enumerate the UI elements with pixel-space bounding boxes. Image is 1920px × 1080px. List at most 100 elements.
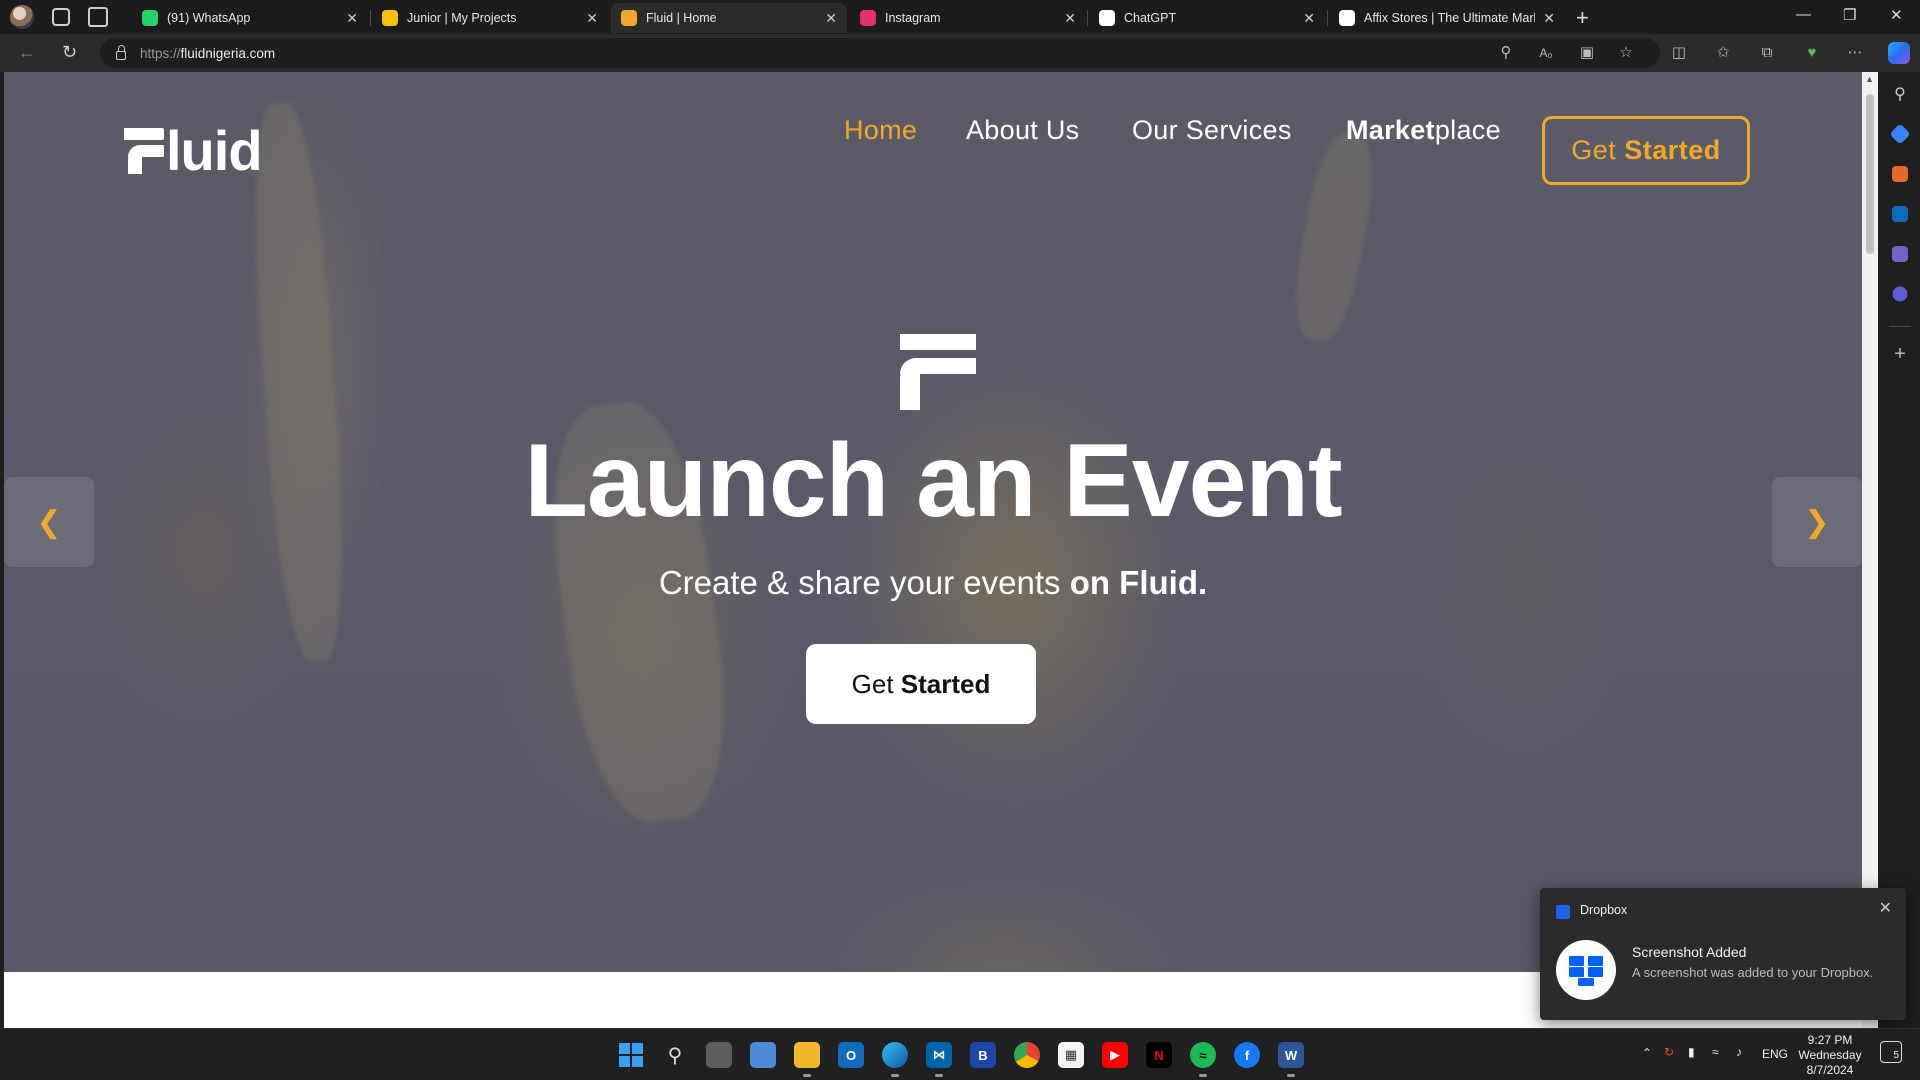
notifications-icon[interactable]: 5: [1880, 1041, 1902, 1063]
tab-close-icon[interactable]: ✕: [1543, 10, 1555, 27]
browser-tab[interactable]: ChatGPT ✕: [1089, 3, 1325, 33]
browser-tab[interactable]: (91) WhatsApp ✕: [132, 3, 368, 33]
nav-marketplace[interactable]: Marketplace: [1346, 115, 1501, 146]
instagram-icon: [860, 10, 876, 26]
bootstrap-studio-icon[interactable]: B: [970, 1042, 996, 1068]
netflix-icon[interactable]: N: [1146, 1042, 1172, 1068]
hero-subtitle-regular: Create & share your events: [658, 564, 1070, 601]
nav-about[interactable]: About Us: [966, 115, 1079, 146]
site-logo[interactable]: luid: [124, 119, 263, 182]
browser-tab[interactable]: Affix Stores | The Ultimate Marke ✕: [1329, 3, 1565, 33]
hero-section: luid Home About Us Our Services Marketpl…: [4, 72, 1862, 972]
carousel-prev-button[interactable]: ❮: [4, 477, 94, 567]
nav-get-started-button[interactable]: Get Started: [1542, 116, 1750, 185]
tray-chevron-icon[interactable]: ⌃: [1642, 1046, 1652, 1060]
widgets-icon[interactable]: [750, 1042, 776, 1068]
carousel-next-button[interactable]: ❯: [1772, 477, 1862, 567]
dropbox-logo-icon: [1556, 940, 1616, 1000]
hero-subtitle-bold: on Fluid.: [1069, 564, 1208, 601]
sidebar-add-icon[interactable]: +: [1890, 344, 1910, 364]
profile-avatar[interactable]: [10, 5, 34, 29]
tab-title: Affix Stores | The Ultimate Marke: [1364, 11, 1536, 25]
tab-close-icon[interactable]: ✕: [346, 10, 358, 27]
sidebar-search-icon[interactable]: ⚲: [1890, 84, 1910, 104]
battery-icon[interactable]: ▮: [1688, 1045, 1695, 1059]
logo-text: luid: [166, 119, 263, 182]
taskbar-search-icon[interactable]: ⚲: [662, 1042, 688, 1068]
tab-close-icon[interactable]: ✕: [1064, 10, 1076, 27]
back-icon[interactable]: ←: [18, 42, 36, 63]
chrome-icon[interactable]: [1014, 1042, 1040, 1068]
task-view-icon[interactable]: [706, 1042, 732, 1068]
sidebar-tools-icon[interactable]: [1892, 166, 1908, 182]
restore-icon[interactable]: ❐: [1843, 6, 1856, 24]
sidebar-shopping-icon[interactable]: [1889, 123, 1911, 145]
more-menu-icon[interactable]: ⋯: [1846, 44, 1864, 62]
clock[interactable]: 9:27 PM Wednesday 8/7/2024: [1790, 1033, 1870, 1078]
browser-essentials-icon[interactable]: ♥: [1803, 44, 1821, 62]
edge-icon[interactable]: [882, 1042, 908, 1077]
zoom-icon[interactable]: ⚲: [1497, 44, 1515, 62]
favorite-star-icon[interactable]: ☆: [1617, 44, 1635, 62]
chevron-left-icon: ❮: [36, 505, 62, 539]
tab-title: Junior | My Projects: [407, 11, 517, 25]
browser-tab[interactable]: Junior | My Projects ✕: [372, 3, 608, 33]
sidebar-divider: [1889, 326, 1911, 327]
file-explorer-icon[interactable]: [794, 1042, 820, 1077]
hero-subtitle: Create & share your events on Fluid.: [4, 564, 1862, 602]
outlook-icon[interactable]: O: [838, 1042, 864, 1068]
word-icon[interactable]: W: [1278, 1042, 1304, 1077]
workspaces-icon[interactable]: [52, 8, 70, 26]
collections-icon[interactable]: ⧉: [1758, 44, 1776, 62]
volume-icon[interactable]: ♪: [1736, 1045, 1742, 1059]
copilot-icon[interactable]: [1888, 42, 1910, 64]
hero-btn-regular: Get: [851, 668, 901, 699]
url-host: fluidnigeria.com: [180, 45, 276, 61]
tab-close-icon[interactable]: ✕: [1303, 10, 1315, 27]
nav-cta-bold: Started: [1624, 135, 1721, 165]
dropbox-notification[interactable]: Dropbox ✕ Screenshot Added A screenshot …: [1540, 888, 1906, 1020]
language-indicator[interactable]: ENG: [1762, 1047, 1788, 1061]
favorites-icon[interactable]: ✩: [1714, 44, 1732, 62]
facebook-icon[interactable]: f: [1234, 1042, 1260, 1068]
lock-icon[interactable]: [116, 44, 126, 60]
page-scrollbar[interactable]: ▲: [1862, 72, 1878, 1028]
browser-tab[interactable]: Instagram ✕: [850, 3, 1086, 33]
scroll-thumb[interactable]: [1866, 94, 1874, 254]
tab-actions-icon[interactable]: [88, 7, 108, 27]
nav-home[interactable]: Home: [844, 115, 917, 146]
tab-close-icon[interactable]: ✕: [825, 10, 837, 27]
web-page: luid Home About Us Our Services Marketpl…: [4, 72, 1862, 1028]
fluid-logo-mark-icon: [124, 128, 164, 174]
immersive-reader-icon[interactable]: ▣: [1578, 44, 1596, 62]
sidebar-designer-icon[interactable]: [1892, 286, 1908, 302]
new-tab-button[interactable]: +: [1576, 5, 1589, 31]
clock-day: Wednesday: [1798, 1048, 1862, 1062]
address-bar[interactable]: https://fluidnigeria.com: [100, 38, 1660, 68]
folder-icon: [382, 10, 398, 26]
sidebar-games-icon[interactable]: [1892, 246, 1908, 262]
read-aloud-icon[interactable]: A₀: [1537, 44, 1555, 62]
start-icon[interactable]: [618, 1042, 644, 1068]
minimize-icon[interactable]: —: [1796, 6, 1811, 23]
spotify-icon[interactable]: ≈: [1190, 1042, 1216, 1077]
clock-date: 8/7/2024: [1806, 1063, 1854, 1077]
nav-services[interactable]: Our Services: [1132, 115, 1292, 146]
split-screen-icon[interactable]: ◫: [1670, 44, 1688, 62]
scroll-up-icon[interactable]: ▲: [1865, 74, 1874, 84]
browser-tab[interactable]: Fluid | Home ✕: [611, 3, 847, 33]
youtube-icon[interactable]: ▶: [1102, 1042, 1128, 1068]
toast-close-icon[interactable]: ✕: [1879, 898, 1892, 918]
whatsapp-icon: [142, 10, 158, 26]
nav-cta-regular: Get: [1571, 135, 1625, 165]
close-window-icon[interactable]: ✕: [1890, 6, 1903, 24]
vscode-icon[interactable]: ⋈: [926, 1042, 952, 1077]
ms-store-icon[interactable]: ▦: [1058, 1042, 1084, 1068]
tab-separator: [1327, 10, 1328, 26]
refresh-icon[interactable]: ↻: [62, 42, 77, 63]
wifi-icon[interactable]: ≈: [1712, 1045, 1719, 1059]
hero-get-started-button[interactable]: Get Started: [806, 644, 1036, 724]
tray-sync-icon[interactable]: ↻: [1664, 1045, 1674, 1059]
sidebar-outlook-icon[interactable]: [1892, 206, 1908, 222]
tab-close-icon[interactable]: ✕: [586, 10, 598, 27]
